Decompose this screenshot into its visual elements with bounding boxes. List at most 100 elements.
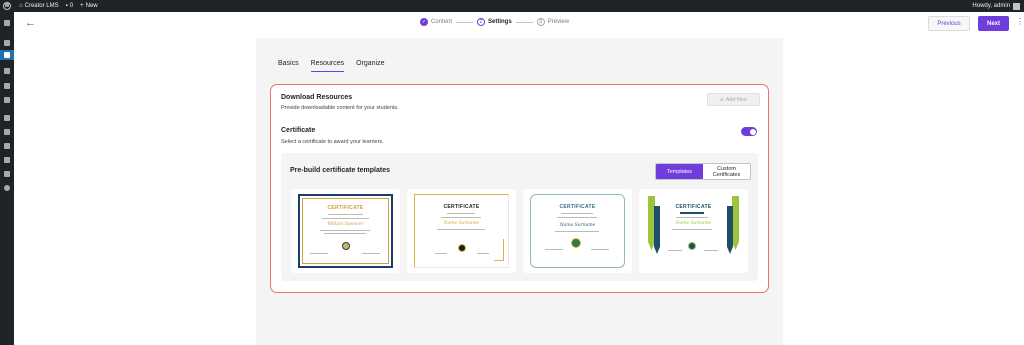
certificate-templates-section: Pre-build certificate templates Template… bbox=[281, 153, 758, 281]
settings-icon[interactable] bbox=[3, 170, 11, 177]
signature-line bbox=[477, 253, 489, 254]
divider-line bbox=[447, 213, 475, 214]
recipient-name: Willam Spencer bbox=[327, 222, 364, 227]
signature-line bbox=[704, 250, 718, 251]
pin-icon[interactable] bbox=[3, 39, 11, 46]
divider-line bbox=[555, 231, 599, 232]
plugins-icon[interactable] bbox=[3, 128, 11, 135]
add-files-label: Add files bbox=[725, 96, 747, 103]
plus-icon: + bbox=[80, 3, 84, 9]
paperclip-icon: ⌀ bbox=[720, 96, 724, 103]
divider-line bbox=[557, 217, 597, 218]
lms-menu-icon[interactable] bbox=[0, 50, 14, 60]
signature-line bbox=[435, 253, 447, 254]
navy-ribbon bbox=[654, 206, 660, 254]
seal-icon bbox=[458, 244, 466, 252]
step-label: Settings bbox=[488, 19, 512, 25]
divider-line bbox=[676, 217, 708, 218]
dashboard-icon[interactable] bbox=[3, 19, 11, 26]
appearance-icon[interactable] bbox=[3, 114, 11, 121]
step-number: 3 bbox=[536, 18, 545, 26]
new-content-link[interactable]: + New bbox=[80, 3, 98, 9]
tab-basics[interactable]: Basics bbox=[278, 60, 299, 72]
account-menu[interactable]: Howdy, admin bbox=[972, 2, 1020, 10]
comments-menu-icon[interactable] bbox=[3, 96, 11, 103]
seal-icon bbox=[688, 242, 696, 250]
certificate-preview: CERTIFICATE Name Surname bbox=[414, 194, 509, 268]
wordpress-logo-icon[interactable]: W bbox=[3, 2, 11, 10]
certificate-template-2[interactable]: CERTIFICATE Name Surname bbox=[407, 189, 516, 273]
certificate-template-4[interactable]: CERTIFICATE Name Surname bbox=[639, 189, 748, 273]
recipient-name: Name Surname bbox=[443, 221, 480, 226]
custom-certificates-toggle-button[interactable]: Custom Certificates bbox=[703, 164, 750, 179]
certificate-toggle[interactable] bbox=[741, 127, 757, 136]
navy-ribbon bbox=[727, 206, 733, 254]
step-preview[interactable]: 3 Preview bbox=[536, 18, 570, 26]
divider-line bbox=[324, 233, 366, 234]
title-underline bbox=[680, 212, 704, 214]
greeting-label: Howdy, admin bbox=[972, 3, 1010, 9]
certificate-preview: CERTIFICATE Willam Spencer bbox=[298, 194, 393, 268]
seal-icon bbox=[571, 238, 581, 248]
resources-card: Download Resources Provide downloadable … bbox=[270, 84, 769, 293]
more-options-icon[interactable]: ⋮ bbox=[1016, 18, 1024, 26]
divider-line bbox=[437, 229, 485, 230]
seal-icon bbox=[342, 242, 350, 250]
step-divider bbox=[515, 21, 533, 23]
certificate-heading: CERTIFICATE bbox=[327, 205, 364, 211]
previous-button[interactable]: Previous bbox=[928, 16, 970, 31]
divider-line bbox=[672, 229, 712, 230]
wizard-header: ← ✓ Content 2 Settings 3 Preview Previou… bbox=[14, 12, 1024, 36]
templates-title: Pre-build certificate templates bbox=[290, 167, 390, 174]
certificate-template-1[interactable]: CERTIFICATE Willam Spencer bbox=[291, 189, 400, 273]
certificate-description: Select a certificate to award your learn… bbox=[281, 139, 384, 145]
site-name-label: Creator LMS bbox=[24, 3, 59, 9]
certificate-preview: CERTIFICATE Name Surname bbox=[530, 194, 625, 268]
step-settings[interactable]: 2 Settings bbox=[477, 18, 512, 26]
step-label: Preview bbox=[547, 19, 570, 25]
step-divider bbox=[456, 21, 474, 23]
certificate-heading: CERTIFICATE bbox=[559, 204, 596, 210]
course-settings-panel: Basics Resources Organize Download Resou… bbox=[256, 38, 783, 345]
step-number: 2 bbox=[477, 18, 486, 26]
home-icon: ⌂ bbox=[19, 3, 23, 9]
recipient-name: Name Surname bbox=[559, 223, 596, 228]
certificate-preview: CERTIFICATE Name Surname bbox=[646, 194, 741, 268]
site-name-link[interactable]: ⌂ Creator LMS bbox=[19, 3, 59, 9]
back-arrow-icon[interactable]: ← bbox=[25, 17, 36, 29]
step-check-icon: ✓ bbox=[420, 18, 428, 26]
corner-ornament bbox=[494, 239, 504, 261]
pages-icon[interactable] bbox=[3, 82, 11, 89]
tab-organize[interactable]: Organize bbox=[356, 60, 384, 72]
divider-line bbox=[561, 213, 593, 214]
wizard-steps: ✓ Content 2 Settings 3 Preview bbox=[420, 18, 569, 26]
divider-line bbox=[328, 214, 363, 215]
certificate-title: Certificate bbox=[281, 127, 316, 134]
media-icon[interactable] bbox=[3, 67, 11, 74]
avatar bbox=[1013, 2, 1020, 10]
comments-link[interactable]: ▪ 0 bbox=[66, 3, 73, 9]
collapse-menu-icon[interactable] bbox=[3, 184, 11, 191]
recipient-name: Name Surname bbox=[675, 221, 712, 226]
signature-line bbox=[545, 249, 563, 250]
settings-tabs: Basics Resources Organize bbox=[278, 60, 385, 72]
wp-admin-bar: W ⌂ Creator LMS ▪ 0 + New Howdy, admin bbox=[0, 0, 1024, 12]
download-resources-title: Download Resources bbox=[281, 94, 353, 101]
next-button[interactable]: Next bbox=[978, 16, 1009, 31]
comments-count: 0 bbox=[69, 3, 74, 9]
download-resources-description: Provide downloadable content for your st… bbox=[281, 105, 399, 111]
add-files-button[interactable]: ⌀ Add files bbox=[707, 93, 760, 106]
step-content[interactable]: ✓ Content bbox=[420, 18, 452, 26]
template-source-toggle: Templates Custom Certificates bbox=[655, 163, 751, 180]
comment-icon: ▪ bbox=[65, 3, 68, 9]
certificate-template-3[interactable]: CERTIFICATE Name Surname bbox=[523, 189, 632, 273]
tools-icon[interactable] bbox=[3, 156, 11, 163]
users-icon[interactable] bbox=[3, 142, 11, 149]
wp-admin-menu bbox=[0, 12, 14, 345]
signature-line bbox=[668, 250, 682, 251]
templates-toggle-button[interactable]: Templates bbox=[656, 164, 703, 179]
divider-line bbox=[441, 217, 481, 218]
tab-resources[interactable]: Resources bbox=[310, 60, 345, 72]
certificate-heading: CERTIFICATE bbox=[443, 204, 480, 210]
divider-line bbox=[322, 218, 369, 219]
